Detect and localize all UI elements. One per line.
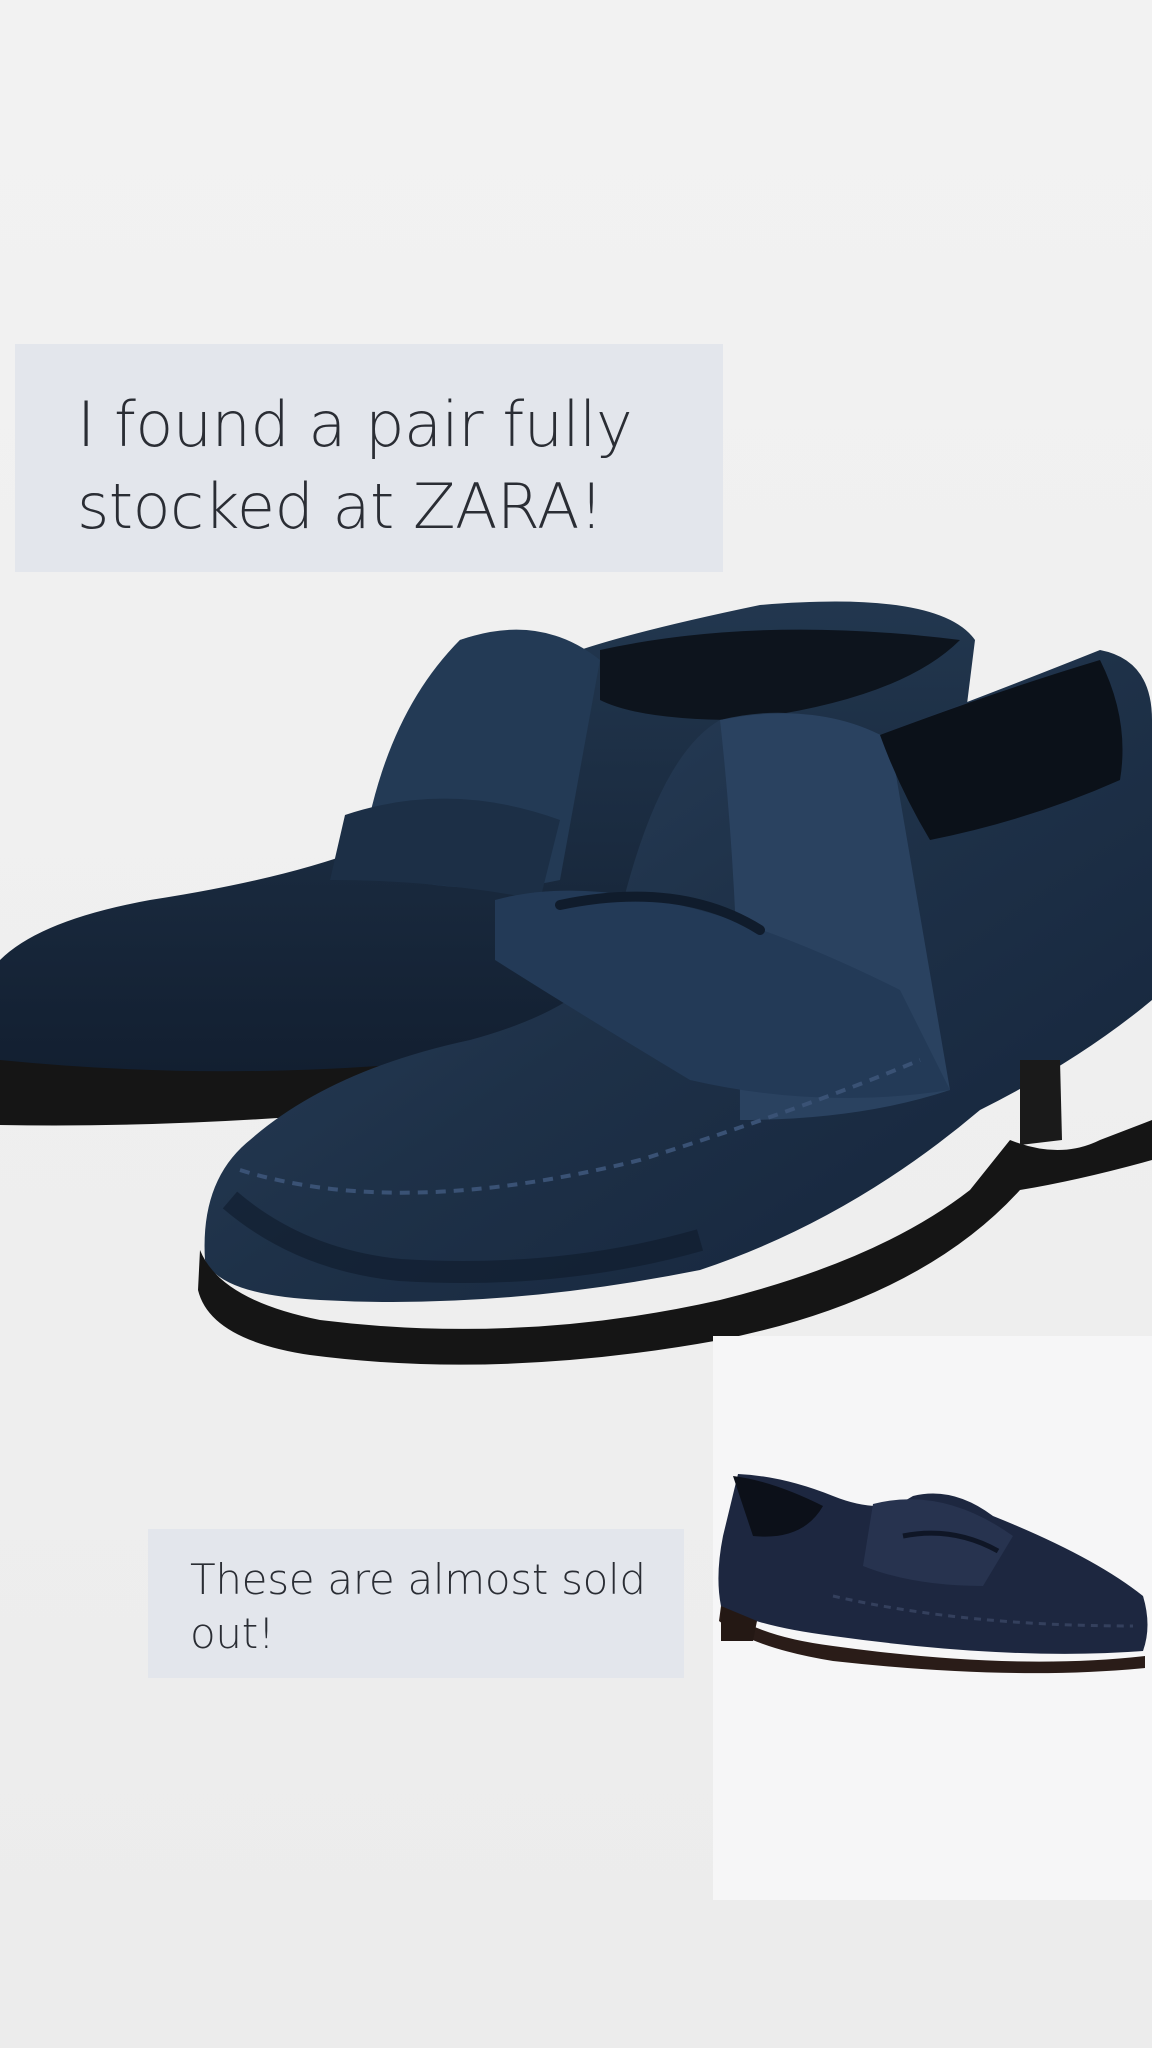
inset-product-photo xyxy=(713,1336,1152,1900)
story-caption-large: I found a pair fully stocked at ZARA! xyxy=(15,344,723,572)
single-loafer-icon xyxy=(718,1474,1148,1674)
story-caption-small: These are almost sold out! xyxy=(148,1529,684,1678)
